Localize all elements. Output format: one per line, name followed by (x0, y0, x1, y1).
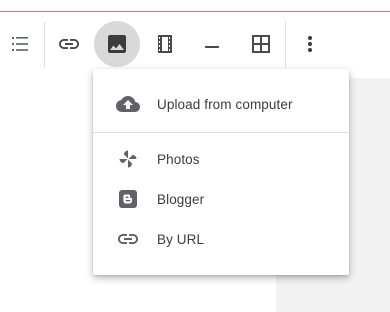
more-options-button[interactable] (288, 22, 332, 66)
insert-video-button[interactable] (143, 22, 187, 66)
link-icon (59, 39, 79, 49)
more-vert-icon (308, 36, 312, 52)
menu-item-label: Blogger (157, 191, 205, 207)
horizontal-rule-icon (205, 46, 219, 48)
cloud-upload-icon (116, 96, 140, 112)
insert-image-menu: Upload from computer Photos Blogger By U… (93, 69, 349, 275)
link-icon (118, 234, 138, 244)
table-grid-icon (252, 35, 270, 53)
blogger-icon (119, 190, 137, 208)
insert-separator-button[interactable] (190, 22, 234, 66)
menu-item-by-url[interactable]: By URL (93, 219, 349, 259)
top-accent-rule (0, 0, 390, 12)
menu-divider (93, 132, 349, 133)
menu-item-blogger[interactable]: Blogger (93, 179, 349, 219)
format-list-bulleted-icon (12, 37, 28, 51)
movie-icon (158, 35, 172, 53)
toolbar-separator (285, 22, 286, 68)
google-photos-icon (119, 150, 137, 168)
insert-link-button[interactable] (47, 22, 91, 66)
menu-item-label: By URL (157, 231, 205, 247)
insert-table-button[interactable] (239, 22, 283, 66)
menu-item-label: Upload from computer (157, 96, 293, 112)
image-icon (108, 35, 126, 53)
bulleted-list-button[interactable] (0, 22, 42, 66)
insert-image-button[interactable] (94, 21, 140, 67)
menu-item-upload-from-computer[interactable]: Upload from computer (93, 84, 349, 124)
menu-item-photos[interactable]: Photos (93, 139, 349, 179)
toolbar-separator (44, 22, 45, 68)
menu-item-label: Photos (157, 151, 200, 167)
